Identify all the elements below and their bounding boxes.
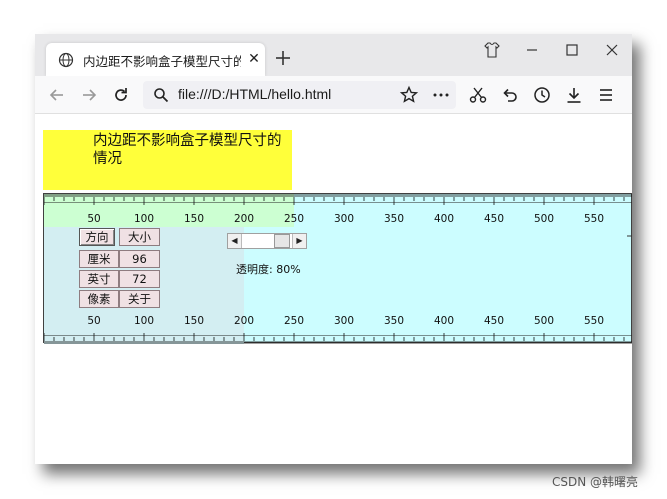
- screen-ruler-overlay[interactable]: 50 100 150 200 250 300 350 400 450 500 550 50 100 150…: [43, 193, 632, 344]
- more-dots-icon[interactable]: [431, 85, 451, 105]
- ruler-top-label: 550: [584, 213, 604, 225]
- ruler-bottom-label: 500: [534, 315, 554, 327]
- reload-icon[interactable]: [111, 85, 131, 105]
- watermark: CSDN @韩曙亮: [552, 475, 639, 489]
- cut-scissors-icon[interactable]: [468, 85, 488, 105]
- yellow-padding-box: 内边距不影响盒子模型尺寸的情况: [43, 130, 292, 190]
- download-icon[interactable]: [564, 85, 584, 105]
- browser-window: 内边距不影响盒子模型尺寸的 ✕ file:///D:/HTML/hello.ht…: [35, 34, 632, 464]
- maximize-icon[interactable]: [562, 40, 582, 60]
- ruler-top-label: 450: [484, 213, 504, 225]
- ruler-scale: 50 100 150 200 250 300 350 400 450 500 550 50 100 150…: [44, 194, 632, 344]
- inch-value: 72: [119, 270, 160, 288]
- ruler-bottom-label: 50: [87, 315, 100, 327]
- ruler-top-shade: [44, 194, 294, 227]
- size-button[interactable]: 大小: [119, 228, 160, 246]
- ruler-bottom-label: 400: [434, 315, 454, 327]
- tab-title: 内边距不影响盒子模型尺寸的: [83, 54, 241, 69]
- slider-thumb[interactable]: [274, 234, 290, 248]
- ruler-top-label: 400: [434, 213, 454, 225]
- ruler-bottom-label: 350: [384, 315, 404, 327]
- ruler-top-label: 300: [334, 213, 354, 225]
- ruler-top-label: 150: [184, 213, 204, 225]
- back-arrow-icon[interactable]: [47, 85, 67, 105]
- minimize-icon[interactable]: [522, 40, 542, 60]
- history-clock-icon[interactable]: [532, 85, 552, 105]
- shirt-theme-icon[interactable]: [482, 40, 502, 60]
- ruler-bottom-label: 100: [134, 315, 154, 327]
- opacity-slider[interactable]: ◀ ▶: [227, 233, 307, 249]
- ruler-bottom-label: 200: [234, 315, 254, 327]
- direction-button[interactable]: 方向: [79, 228, 115, 246]
- ruler-bottom-label: 550: [584, 315, 604, 327]
- about-button[interactable]: 关于: [119, 290, 160, 308]
- page-viewport: 内边距不影响盒子模型尺寸的情况 50 100 150 200 250 300 350 400 4…: [35, 115, 632, 464]
- ruler-top-label: 200: [234, 213, 254, 225]
- ruler-top-label: 100: [134, 213, 154, 225]
- new-tab-plus-icon[interactable]: [273, 48, 293, 68]
- ruler-bottom-label: 250: [284, 315, 304, 327]
- cm-unit-label[interactable]: 厘米: [79, 250, 119, 268]
- tab-bar: 内边距不影响盒子模型尺寸的 ✕: [35, 34, 632, 76]
- close-window-icon[interactable]: [602, 40, 622, 60]
- cm-value: 96: [119, 250, 160, 268]
- active-tab[interactable]: 内边距不影响盒子模型尺寸的 ✕: [46, 43, 265, 76]
- globe-icon: [58, 52, 74, 68]
- ruler-top-label: 500: [534, 213, 554, 225]
- undo-icon[interactable]: [499, 85, 519, 105]
- ruler-bottom-label: 300: [334, 315, 354, 327]
- box-text: 内边距不影响盒子模型尺寸的情况: [93, 133, 282, 167]
- navigation-toolbar: file:///D:/HTML/hello.html: [35, 76, 632, 114]
- pixel-unit-button[interactable]: 像素: [79, 290, 119, 308]
- tab-close-icon[interactable]: ✕: [246, 51, 262, 67]
- opacity-label: 透明度: 80%: [236, 263, 301, 276]
- inch-unit-label[interactable]: 英寸: [79, 270, 119, 288]
- ruler-top-label: 50: [87, 213, 100, 225]
- ruler-top-label: 350: [384, 213, 404, 225]
- search-icon: [154, 88, 169, 103]
- forward-arrow-icon[interactable]: [79, 85, 99, 105]
- menu-icon[interactable]: [596, 85, 616, 105]
- slider-left-arrow-icon[interactable]: ◀: [228, 234, 242, 248]
- ruler-bottom-label: 150: [184, 315, 204, 327]
- slider-right-arrow-icon[interactable]: ▶: [292, 234, 306, 248]
- screenshot-stage: 内边距不影响盒子模型尺寸的 ✕ file:///D:/HTML/hello.ht…: [0, 0, 667, 499]
- ruler-top-label: 250: [284, 213, 304, 225]
- bookmark-star-icon[interactable]: [399, 85, 419, 105]
- address-text: file:///D:/HTML/hello.html: [178, 86, 332, 102]
- ruler-bottom-label: 450: [484, 315, 504, 327]
